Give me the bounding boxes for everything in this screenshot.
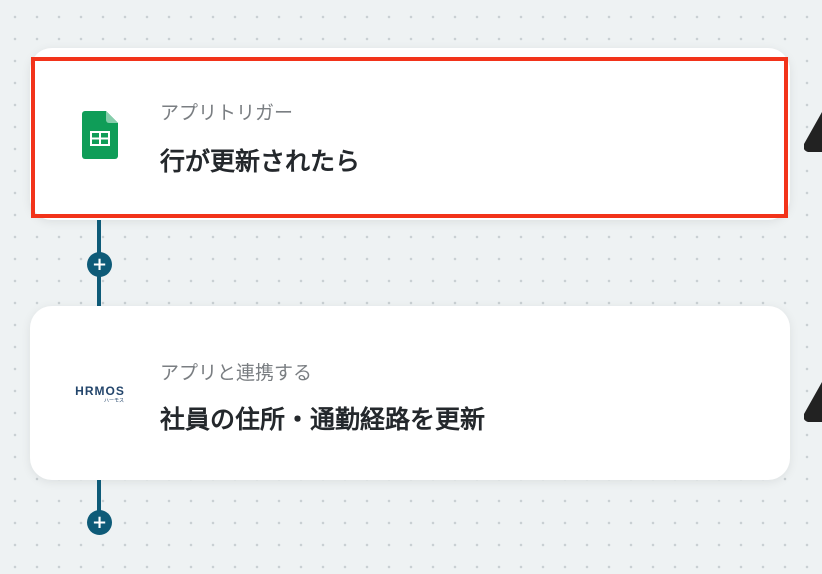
warning-icon bbox=[804, 382, 822, 422]
add-step-button[interactable]: + bbox=[87, 252, 112, 277]
warning-icon bbox=[804, 112, 822, 152]
hrmos-logo-kana: ハーモス bbox=[103, 398, 124, 404]
google-sheets-icon bbox=[82, 111, 118, 163]
action-step-card[interactable]: HRMOS ハーモス アプリと連携する 社員の住所・通勤経路を更新 bbox=[30, 306, 790, 480]
step-type-label: アプリと連携する bbox=[160, 362, 313, 384]
hrmos-logo: HRMOS ハーモス bbox=[72, 384, 128, 404]
step-title: 社員の住所・通勤経路を更新 bbox=[160, 405, 486, 434]
add-step-button[interactable]: + bbox=[87, 510, 112, 535]
trigger-step-card[interactable]: アプリトリガー 行が更新されたら bbox=[30, 48, 790, 220]
hrmos-logo-text: HRMOS bbox=[75, 384, 125, 398]
step-title: 行が更新されたら bbox=[160, 147, 361, 176]
step-type-label: アプリトリガー bbox=[160, 102, 294, 124]
